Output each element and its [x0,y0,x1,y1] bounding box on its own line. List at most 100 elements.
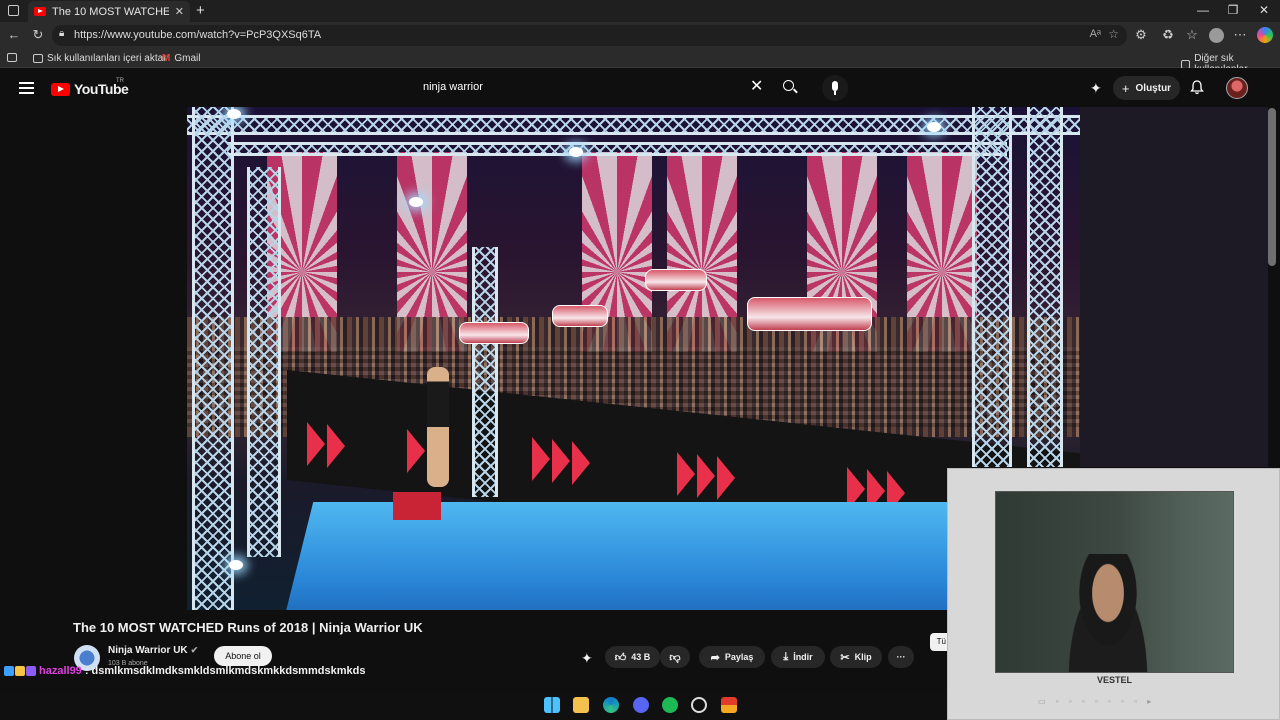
truss-pillar [1027,107,1063,467]
chevron-marker [677,452,695,496]
stage-light [569,147,583,157]
close-window-icon[interactable]: ✕ [1249,3,1279,17]
media-app-icon[interactable] [721,697,737,713]
share-label: Paylaş [724,652,754,662]
import-icon [33,54,43,63]
download-icon: ⤓ [783,650,789,663]
stage-light [227,109,241,119]
truss-beam [187,115,1080,135]
search-button[interactable] [776,76,804,100]
region-code: TR [116,78,124,84]
contestant [427,367,449,487]
download-button[interactable]: ⤓ İndir [771,646,825,668]
collections-icon[interactable]: ☆ [1184,27,1200,43]
chat-text: : dsmlkmsdklmdksmkldsmlkmdskmkkdsmmdskmk… [84,665,366,677]
settings-more-icon[interactable]: ⋯ [1232,27,1248,43]
channel-name[interactable]: Ninja Warrior UK ✔︎ [108,645,198,656]
like-count: 43 B [631,652,651,662]
search-icon [783,80,794,91]
sidebar-toggle-icon[interactable] [7,53,17,62]
bookmark-import-label: Sık kullanılanları içeri aktar [47,53,167,64]
chevron-marker [552,439,570,483]
hanging-pad [747,297,872,331]
create-button[interactable]: + Oluştur [1113,76,1180,100]
theater-background [1080,107,1268,467]
clip-label: Klip [854,652,872,662]
favorite-star-icon[interactable]: ☆ [1108,27,1119,41]
clear-search-icon[interactable]: ✕ [750,78,763,96]
file-explorer-icon[interactable] [573,697,589,713]
tv-brand: VESTEL [1096,675,1132,685]
hanging-pad [459,322,529,344]
close-tab-icon[interactable]: ✕ [175,5,184,18]
ai-summary-icon[interactable]: ✦ [581,650,593,667]
share-button[interactable]: ➦ Paylaş [699,646,765,668]
new-tab-button[interactable]: + [196,2,205,19]
url-field[interactable]: 🔒︎ https://www.youtube.com/watch?v=PcP3Q… [52,25,1127,46]
bookmarks-bar: Sık kullanılanları içeri aktar M Gmail D… [0,49,1280,75]
bookmark-import[interactable]: Sık kullanılanları içeri aktar [33,53,167,64]
notifications-bell-icon[interactable] [1190,80,1204,95]
youtube-header: YouTube TR ninja warrior ✕ ✦ + Oluştur [0,68,1280,108]
tab-actions-icon[interactable] [8,5,19,16]
extensions-icon[interactable]: ⚙ [1133,27,1149,43]
hanging-pad [552,305,608,327]
voice-search-icon[interactable] [822,75,848,101]
address-bar-row: ← ↻ 🔒︎ https://www.youtube.com/watch?v=P… [0,22,1280,49]
hanging-pad [645,269,707,291]
spotify-icon[interactable] [662,697,678,713]
discord-icon[interactable] [633,697,649,713]
minimize-icon[interactable]: — [1188,3,1218,17]
stream-chat-message: hazall99 : dsmlkmsdklmdksmkldsmlkmdskmkk… [4,665,365,677]
verified-icon: ✔︎ [190,645,199,655]
create-label: Oluştur [1135,82,1172,94]
search-input[interactable]: ninja warrior [412,75,772,101]
edge-browser-icon[interactable] [603,697,619,713]
cast-icon[interactable]: ✦ [1090,80,1102,97]
stage-light [409,197,423,207]
truss-pillar [472,247,498,497]
badge-icon [15,666,25,676]
starting-platform [393,492,441,520]
tab-title: The 10 MOST WATCHED Ru [52,5,169,18]
browser-tab[interactable]: The 10 MOST WATCHED Ru ✕ [28,1,190,22]
browser-essentials-icon[interactable]: ♻ [1160,27,1176,43]
menu-icon[interactable] [19,82,34,94]
url-text: https://www.youtube.com/watch?v=PcP3QXSq… [74,29,322,41]
browser-tab-bar: The 10 MOST WATCHED Ru ✕ + — ❐ ✕ [0,0,1280,22]
stage-light [229,560,243,570]
bookmark-gmail-label: Gmail [174,53,201,64]
video-title: The 10 MOST WATCHED Runs of 2018 | Ninja… [73,620,423,635]
tv-buttons: ▭ ▫ ▫ ▫ ▫ ▫ ▫ ▫ ▸ [1038,697,1156,706]
chevron-marker [717,456,735,500]
thumbs-down-icon: 👎︎ [669,651,681,664]
restore-icon[interactable]: ❐ [1218,3,1248,17]
dislike-button[interactable]: 👎︎ [660,646,690,668]
app-icon[interactable] [691,697,707,713]
thumbs-up-icon: 👍︎ [614,651,627,664]
chevron-marker [307,422,325,466]
plus-icon: + [1121,80,1130,96]
profile-icon[interactable] [1209,28,1224,43]
page-scrollbar[interactable] [1268,108,1276,266]
chevron-marker [327,424,345,468]
lock-icon: 🔒︎ [59,28,65,39]
chat-badges [4,666,36,676]
windows-start-icon[interactable] [544,697,560,713]
channel-name-text: Ninja Warrior UK [108,645,188,656]
subscribe-button[interactable]: Abone ol [214,646,272,666]
like-button[interactable]: 👍︎ 43 B [605,646,660,668]
account-avatar[interactable] [1226,77,1248,99]
youtube-play-icon [51,82,70,96]
bookmark-gmail[interactable]: M Gmail [162,53,200,64]
clip-button[interactable]: ✂ Klip [830,646,882,668]
badge-icon [4,666,14,676]
read-aloud-icon[interactable]: Aᵃ [1090,28,1101,40]
copilot-icon[interactable] [1257,27,1273,43]
taskbar [0,690,947,720]
refresh-icon[interactable]: ↻ [30,27,46,43]
side-tab-button[interactable]: Tü [930,633,948,651]
share-icon: ➦ [710,651,720,664]
more-actions-button[interactable]: ··· [888,646,914,668]
back-icon[interactable]: ← [6,27,22,43]
